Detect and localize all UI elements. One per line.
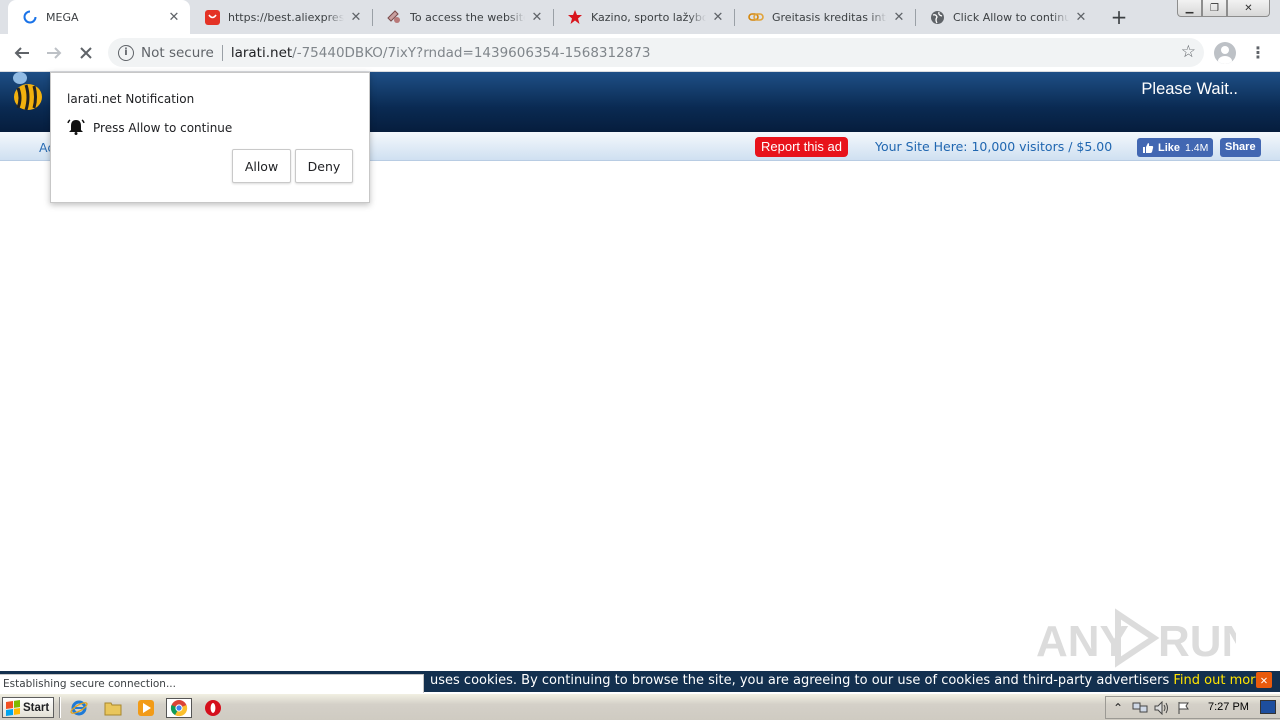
chain-icon [748, 9, 764, 25]
network-icon[interactable] [1132, 700, 1148, 716]
tab-close-icon[interactable]: ✕ [529, 9, 545, 25]
address-bar[interactable]: i Not secure larati.net/-75440DBKO/7ixY?… [108, 38, 1204, 67]
browser-tab-strip: MEGA ✕ https://best.aliexpress.c ✕ To ac… [0, 0, 1280, 34]
bell-icon [67, 119, 85, 135]
tab-close-icon[interactable]: ✕ [710, 9, 726, 25]
tab-greitasis-kreditas[interactable]: Greitasis kreditas interne ✕ [734, 0, 915, 34]
window-controls: ▁ ❐ ✕ [1177, 0, 1270, 17]
stop-loading-button[interactable] [72, 39, 100, 67]
puzzle-icon [386, 9, 402, 25]
bookmark-star-icon[interactable]: ☆ [1181, 42, 1196, 62]
facebook-like-button[interactable]: Like 1.4M [1137, 138, 1214, 157]
bee-logo-icon[interactable] [8, 72, 44, 114]
cookie-text: uses cookies. By continuing to browse th… [430, 673, 1170, 688]
allow-button[interactable]: Allow [232, 149, 291, 183]
url-path: /-75440DBKO/7ixY?rndad=1439606354-156831… [292, 44, 651, 61]
watermark-text-left: ANY [1036, 617, 1129, 666]
file-explorer-icon[interactable] [100, 698, 126, 718]
minimize-button[interactable]: ▁ [1177, 0, 1202, 17]
taskbar-separator [59, 697, 61, 718]
notification-origin: larati.net Notification [67, 92, 195, 106]
tab-title: https://best.aliexpress.c [228, 10, 344, 24]
back-button[interactable] [8, 39, 36, 67]
status-bubble: Establishing secure connection... [0, 674, 424, 693]
divider [221, 44, 223, 61]
browser-toolbar: i Not secure larati.net/-75440DBKO/7ixY?… [0, 34, 1280, 72]
find-out-more-link[interactable]: Find out more. [1173, 673, 1267, 688]
tab-title: Greitasis kreditas interne [772, 10, 887, 24]
facebook-share-button[interactable]: Share [1220, 138, 1261, 157]
chrome-taskbar-icon[interactable] [166, 698, 192, 718]
profile-avatar-icon[interactable] [1214, 42, 1236, 64]
please-wait-text: Please Wait.. [1141, 80, 1238, 98]
clock[interactable]: 7:27 PM [1208, 701, 1249, 713]
restore-button[interactable]: ❐ [1202, 0, 1227, 17]
back-arrow-icon [14, 47, 29, 59]
browser-menu-icon[interactable]: ⋮ [1250, 42, 1266, 64]
loading-spinner-icon [22, 9, 38, 25]
close-window-button[interactable]: ✕ [1227, 0, 1270, 17]
tab-click-allow[interactable]: Click Allow to continue ✕ [915, 0, 1097, 34]
tab-access-website[interactable]: To access the website c ✕ [372, 0, 553, 34]
tab-close-icon[interactable]: ✕ [348, 9, 364, 25]
anyrun-watermark: ANY RUN [1036, 608, 1253, 668]
red-star-icon [567, 9, 583, 25]
report-ad-button[interactable]: Report this ad [755, 137, 848, 157]
action-center-flag-icon[interactable] [1176, 700, 1192, 716]
stop-icon [80, 47, 92, 59]
globe-icon [929, 9, 945, 25]
tab-close-icon[interactable]: ✕ [1073, 9, 1089, 25]
url-host: larati.net [230, 44, 293, 61]
notification-permission-popup: larati.net Notification Press Allow to c… [50, 72, 370, 203]
start-button[interactable]: Start [2, 697, 54, 718]
tab-mega[interactable]: MEGA ✕ [8, 0, 190, 34]
forward-button[interactable] [40, 39, 68, 67]
thumbs-up-icon [1143, 142, 1154, 153]
tab-kazino[interactable]: Kazino, sporto lažybos ir ✕ [553, 0, 734, 34]
info-icon[interactable]: i [118, 44, 134, 61]
like-count: 1.4M [1185, 141, 1209, 154]
tab-close-icon[interactable]: ✕ [166, 9, 182, 25]
show-hidden-icons-icon[interactable]: ⌃ [1110, 700, 1126, 716]
internet-explorer-icon[interactable] [66, 698, 92, 718]
windows-taskbar: Start ⌃ 7:27 PM [0, 693, 1280, 720]
tab-title: MEGA [46, 10, 79, 24]
windows-flag-icon [6, 699, 20, 716]
opera-icon[interactable] [200, 698, 226, 718]
like-label: Like [1158, 141, 1181, 154]
new-tab-button[interactable]: + [1106, 5, 1132, 29]
tab-title: Kazino, sporto lažybos ir [591, 10, 706, 24]
media-player-icon[interactable] [133, 698, 159, 718]
tab-aliexpress[interactable]: https://best.aliexpress.c ✕ [190, 0, 372, 34]
tab-title: Click Allow to continue [953, 10, 1069, 24]
notification-message: Press Allow to continue [93, 121, 233, 135]
security-label[interactable]: Not secure [141, 45, 214, 61]
start-label: Start [23, 701, 50, 714]
watermark-text-right: RUN [1158, 617, 1236, 666]
system-tray: ⌃ 7:27 PM [1105, 696, 1280, 719]
deny-button[interactable]: Deny [295, 149, 353, 183]
show-desktop-icon[interactable] [1260, 700, 1276, 714]
forward-arrow-icon [47, 47, 62, 59]
tab-title: To access the website c [410, 10, 525, 24]
tab-close-icon[interactable]: ✕ [891, 9, 907, 25]
volume-icon[interactable] [1154, 700, 1170, 716]
aliexpress-icon [204, 9, 220, 25]
cookie-close-button[interactable]: ✕ [1256, 672, 1272, 688]
cookie-text-wrap: uses cookies. By continuing to browse th… [430, 673, 1267, 688]
your-site-here-link[interactable]: Your Site Here: 10,000 visitors / $5.00 [875, 139, 1112, 154]
